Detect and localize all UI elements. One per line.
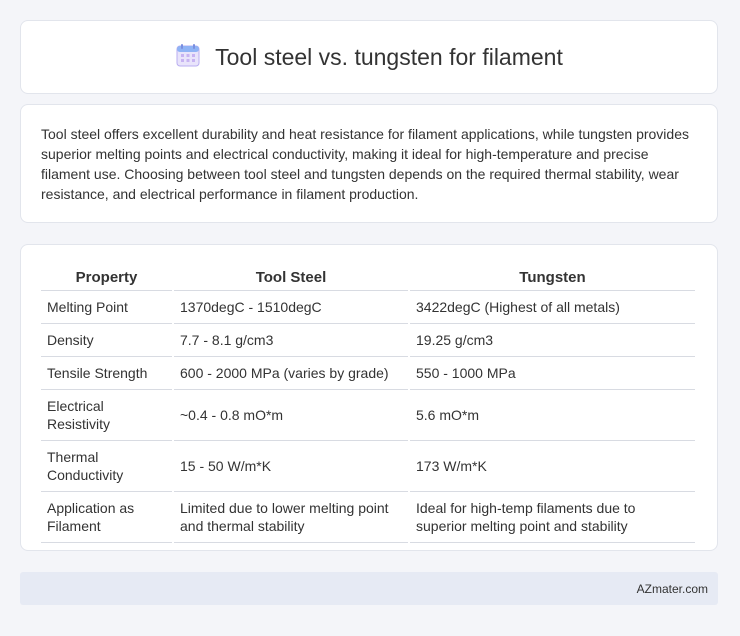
table-cell: Electrical Resistivity — [41, 390, 172, 441]
table-cell: 173 W/m*K — [410, 441, 695, 492]
title-card: Tool steel vs. tungsten for filament — [20, 20, 718, 94]
footer-brand: AZmater.com — [636, 581, 708, 596]
page-title: Tool steel vs. tungsten for filament — [215, 43, 563, 70]
table-cell: 7.7 - 8.1 g/cm3 — [174, 324, 408, 357]
column-header: Property — [41, 263, 172, 291]
table-row: Thermal Conductivity 15 - 50 W/m*K 173 W… — [41, 441, 695, 492]
calendar-icon — [175, 42, 201, 73]
table-cell: 1370degC - 1510degC — [174, 291, 408, 324]
table-cell: Limited due to lower melting point and t… — [174, 492, 408, 543]
title-wrap: Tool steel vs. tungsten for filament — [175, 42, 563, 73]
table-cell: 550 - 1000 MPa — [410, 357, 695, 390]
table-row: Melting Point 1370degC - 1510degC 3422de… — [41, 291, 695, 324]
table-cell: ~0.4 - 0.8 mO*m — [174, 390, 408, 441]
table-cell: 15 - 50 W/m*K — [174, 441, 408, 492]
intro-card: Tool steel offers excellent durability a… — [20, 104, 718, 223]
table-row: Tensile Strength 600 - 2000 MPa (varies … — [41, 357, 695, 390]
table-row: Electrical Resistivity ~0.4 - 0.8 mO*m 5… — [41, 390, 695, 441]
table-cell: Thermal Conductivity — [41, 441, 172, 492]
table-row: Density 7.7 - 8.1 g/cm3 19.25 g/cm3 — [41, 324, 695, 357]
table-cell: 3422degC (Highest of all metals) — [410, 291, 695, 324]
column-header: Tool Steel — [174, 263, 408, 291]
footer: AZmater.com — [20, 572, 718, 605]
comparison-table: Property Tool Steel Tungsten Melting Poi… — [39, 263, 697, 543]
intro-text: Tool steel offers excellent durability a… — [41, 126, 689, 202]
table-cell: 600 - 2000 MPa (varies by grade) — [174, 357, 408, 390]
table-header-row: Property Tool Steel Tungsten — [41, 263, 695, 291]
comparison-card: Property Tool Steel Tungsten Melting Poi… — [20, 244, 718, 551]
table-cell: Ideal for high-temp filaments due to sup… — [410, 492, 695, 543]
table-cell: Density — [41, 324, 172, 357]
table-cell: 19.25 g/cm3 — [410, 324, 695, 357]
table-cell: 5.6 mO*m — [410, 390, 695, 441]
table-cell: Tensile Strength — [41, 357, 172, 390]
table-cell: Application as Filament — [41, 492, 172, 543]
column-header: Tungsten — [410, 263, 695, 291]
table-cell: Melting Point — [41, 291, 172, 324]
table-row: Application as Filament Limited due to l… — [41, 492, 695, 543]
